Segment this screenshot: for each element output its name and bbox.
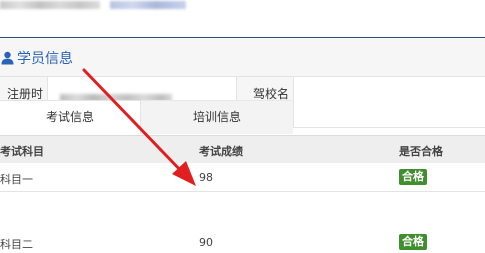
student-info-page: 学员信息 注册时 间 驾校名 称 考试信息 培训信息 考试科目 考试成绩 是否合… <box>0 0 485 253</box>
info-tabs: 考试信息 培训信息 <box>0 100 485 135</box>
panel-title: 学员信息 <box>1 49 73 67</box>
blurred-link[interactable] <box>110 1 186 9</box>
tab-training-info[interactable]: 培训信息 <box>141 100 293 134</box>
tab-exam-info[interactable]: 考试信息 <box>0 100 141 134</box>
score-cell: 98 <box>199 171 213 184</box>
panel-title-text: 学员信息 <box>17 51 73 67</box>
table-row: 科目二 90 合格 <box>0 228 485 253</box>
subject-cell: 科目二 <box>0 238 33 251</box>
status-badge: 合格 <box>399 234 427 250</box>
status-badge: 合格 <box>399 169 427 185</box>
column-header-pass: 是否合格 <box>399 145 443 158</box>
subject-cell: 科目一 <box>0 173 33 186</box>
column-header-score: 考试成绩 <box>199 145 243 158</box>
blurred-text <box>0 1 100 9</box>
table-header: 考试科目 考试成绩 是否合格 <box>0 135 485 164</box>
panel-header: 学员信息 <box>0 38 485 77</box>
user-icon <box>1 51 14 65</box>
top-breadcrumb-blurred <box>0 0 485 14</box>
score-cell: 90 <box>199 236 213 249</box>
column-header-subject: 考试科目 <box>0 145 44 158</box>
table-row: 科目一 98 合格 <box>0 163 485 192</box>
